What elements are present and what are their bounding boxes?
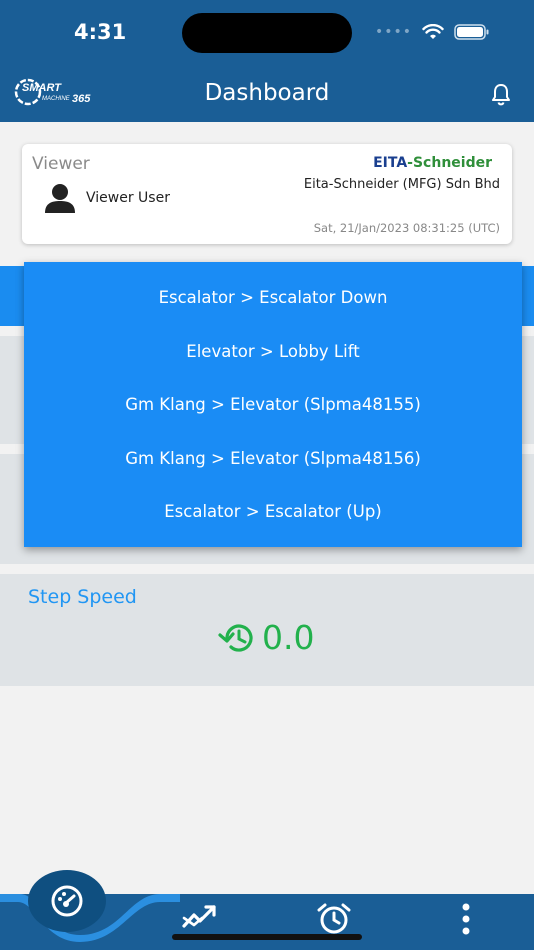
dropdown-item[interactable]: Elevator > Lobby Lift	[24, 325, 522, 379]
dropdown-item[interactable]: Gm Klang > Elevator (Slpma48155)	[24, 378, 522, 432]
step-speed-label: Step Speed	[28, 586, 137, 608]
dashboard-icon	[51, 885, 83, 917]
dropdown-item[interactable]: Escalator > Escalator Down	[24, 271, 522, 325]
history-icon	[218, 624, 253, 652]
last-updated-datetime: Sat, 21/Jan/2023 08:31:25 (UTC)	[313, 221, 500, 235]
more-vertical-icon[interactable]	[458, 902, 474, 936]
user-name: Viewer User	[86, 190, 170, 206]
battery-icon	[454, 24, 489, 40]
machine-dropdown-menu: Escalator > Escalator Down Elevator > Lo…	[24, 262, 522, 547]
alarm-icon[interactable]	[316, 902, 352, 936]
step-speed-readout: 0.0	[216, 618, 314, 657]
dropdown-item[interactable]: Gm Klang > Elevator (Slpma48156)	[24, 432, 522, 486]
step-speed-value: 0.0	[262, 618, 315, 657]
company-name: Eita-Schneider (MFG) Sdn Bhd	[303, 177, 500, 192]
bell-icon[interactable]	[490, 82, 512, 106]
app-header: 4:31 •••• SMART MACHINE 365 Dashboard	[0, 0, 534, 122]
signal-dots-icon: ••••	[374, 24, 412, 40]
page-title: Dashboard	[204, 80, 330, 106]
dynamic-island	[182, 13, 352, 53]
trend-icon[interactable]	[182, 902, 218, 932]
nav-dashboard-button[interactable]	[28, 870, 106, 932]
status-time: 4:31	[74, 20, 127, 44]
step-speed-panel: Step Speed 0.0	[0, 574, 534, 686]
user-role: Viewer	[32, 154, 90, 174]
status-icons: ••••	[375, 24, 490, 40]
brand-logo: EITA-Schneider	[373, 155, 492, 171]
dropdown-item[interactable]: Escalator > Escalator (Up)	[24, 485, 522, 539]
brand-eita: EITA	[373, 155, 408, 171]
wifi-icon	[422, 24, 444, 39]
user-info-card: Viewer Viewer User EITA-Schneider Eita-S…	[22, 144, 512, 244]
home-indicator	[172, 934, 362, 940]
avatar-icon	[45, 184, 75, 213]
brand-schneider: -Schneider	[407, 155, 492, 171]
